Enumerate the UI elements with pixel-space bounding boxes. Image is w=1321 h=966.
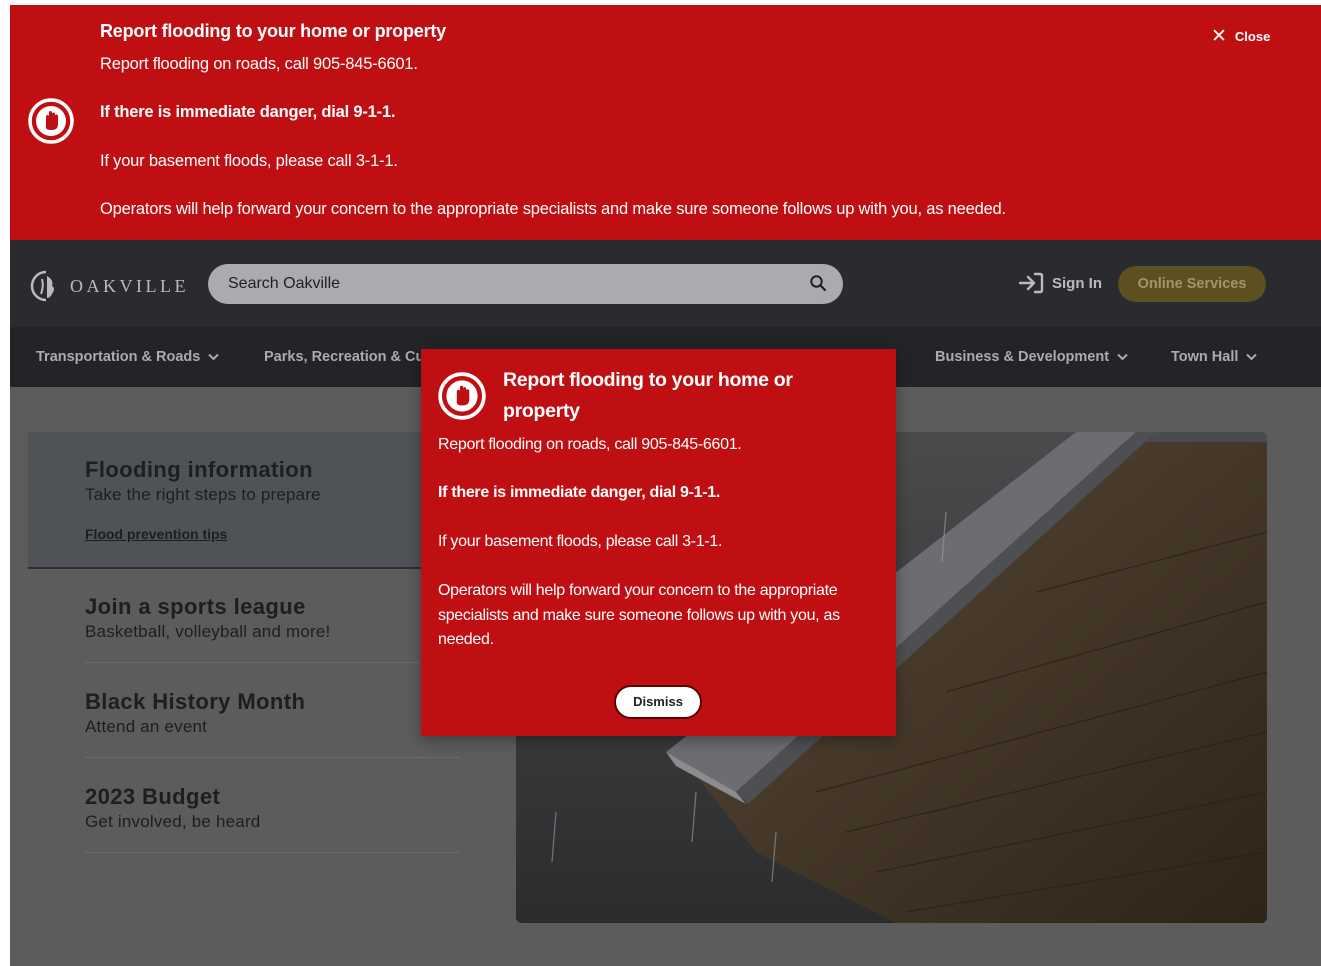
feature-title: Black History Month	[85, 689, 306, 714]
nav-item-parks[interactable]: Parks, Recreation & Cul	[264, 327, 428, 387]
chevron-down-icon	[1117, 353, 1128, 361]
alert-close-button[interactable]: ✕ Close	[1211, 27, 1270, 46]
stop-hand-icon	[28, 98, 74, 144]
flood-prevention-link[interactable]: Flood prevention tips	[85, 526, 321, 542]
nav-item-label: Transportation & Roads	[36, 349, 201, 365]
search-icon[interactable]	[809, 274, 827, 292]
feature-flooding[interactable]: Flooding information Take the right step…	[85, 457, 321, 542]
nav-item-label: Parks, Recreation & Cul	[264, 349, 429, 365]
alert-line-roads: Report flooding on roads, call 905-845-6…	[100, 55, 418, 73]
oak-leaf-logo-icon	[30, 270, 54, 302]
oakville-logo[interactable]: OAKVILLE	[28, 270, 189, 302]
divider	[85, 757, 460, 758]
modal-line-basement: If your basement floods, please call 3-1…	[438, 533, 723, 550]
alert-line-basement: If your basement floods, please call 3-1…	[100, 152, 398, 170]
alert-line-danger: If there is immediate danger, dial 9-1-1…	[100, 103, 396, 121]
site-header: OAKVILLE Sign In Online Services	[10, 240, 1321, 330]
chevron-down-icon	[208, 353, 220, 361]
nav-item-label: Town Hall	[1171, 349, 1239, 365]
search-bar[interactable]	[208, 264, 843, 304]
nav-item-label: Business & Development	[935, 349, 1110, 365]
dismiss-button[interactable]: Dismiss	[614, 685, 702, 719]
flood-alert-modal: Report flooding to your home or property…	[421, 349, 896, 736]
modal-line-danger: If there is immediate danger, dial 9-1-1…	[438, 484, 721, 501]
feature-title: Flooding information	[85, 457, 313, 482]
nav-item-transportation[interactable]: Transportation & Roads	[36, 327, 220, 387]
feature-budget[interactable]: 2023 Budget Get involved, be heard	[85, 784, 260, 832]
alert-line-operators: Operators will help forward your concern…	[100, 200, 1006, 218]
page: Report flooding to your home or property…	[10, 5, 1321, 966]
divider	[85, 662, 460, 663]
feature-subtitle: Take the right steps to prepare	[85, 485, 321, 504]
feature-subtitle: Get involved, be heard	[85, 812, 261, 831]
chevron-down-icon	[1246, 353, 1258, 361]
nav-item-business[interactable]: Business & Development	[935, 327, 1128, 387]
feature-title: 2023 Budget	[85, 784, 221, 809]
nav-item-town-hall[interactable]: Town Hall	[1171, 327, 1258, 387]
close-label: Close	[1234, 29, 1271, 44]
online-services-button[interactable]: Online Services	[1118, 266, 1266, 302]
alert-title: Report flooding to your home or property	[100, 21, 446, 41]
feature-title: Join a sports league	[85, 594, 306, 619]
sign-in-label: Sign In	[1052, 274, 1102, 292]
divider	[85, 852, 460, 853]
sign-in-icon	[1018, 272, 1044, 294]
feature-black-history[interactable]: Black History Month Attend an event	[85, 689, 305, 737]
stop-hand-icon	[438, 372, 486, 420]
feature-sports[interactable]: Join a sports league Basketball, volleyb…	[85, 594, 330, 642]
search-input[interactable]	[228, 264, 798, 304]
sign-in-link[interactable]: Sign In	[1018, 272, 1102, 294]
feature-subtitle: Basketball, volleyball and more!	[85, 622, 331, 641]
modal-title: Report flooding to your home or property	[503, 369, 793, 422]
alert-banner: Report flooding to your home or property…	[10, 5, 1321, 240]
modal-line-roads: Report flooding on roads, call 905-845-6…	[438, 436, 742, 453]
modal-line-operators: Operators will help forward your concern…	[438, 582, 840, 648]
close-icon: ✕	[1211, 26, 1227, 47]
logo-wordmark: OAKVILLE	[70, 275, 189, 296]
feature-subtitle: Attend an event	[85, 717, 208, 736]
